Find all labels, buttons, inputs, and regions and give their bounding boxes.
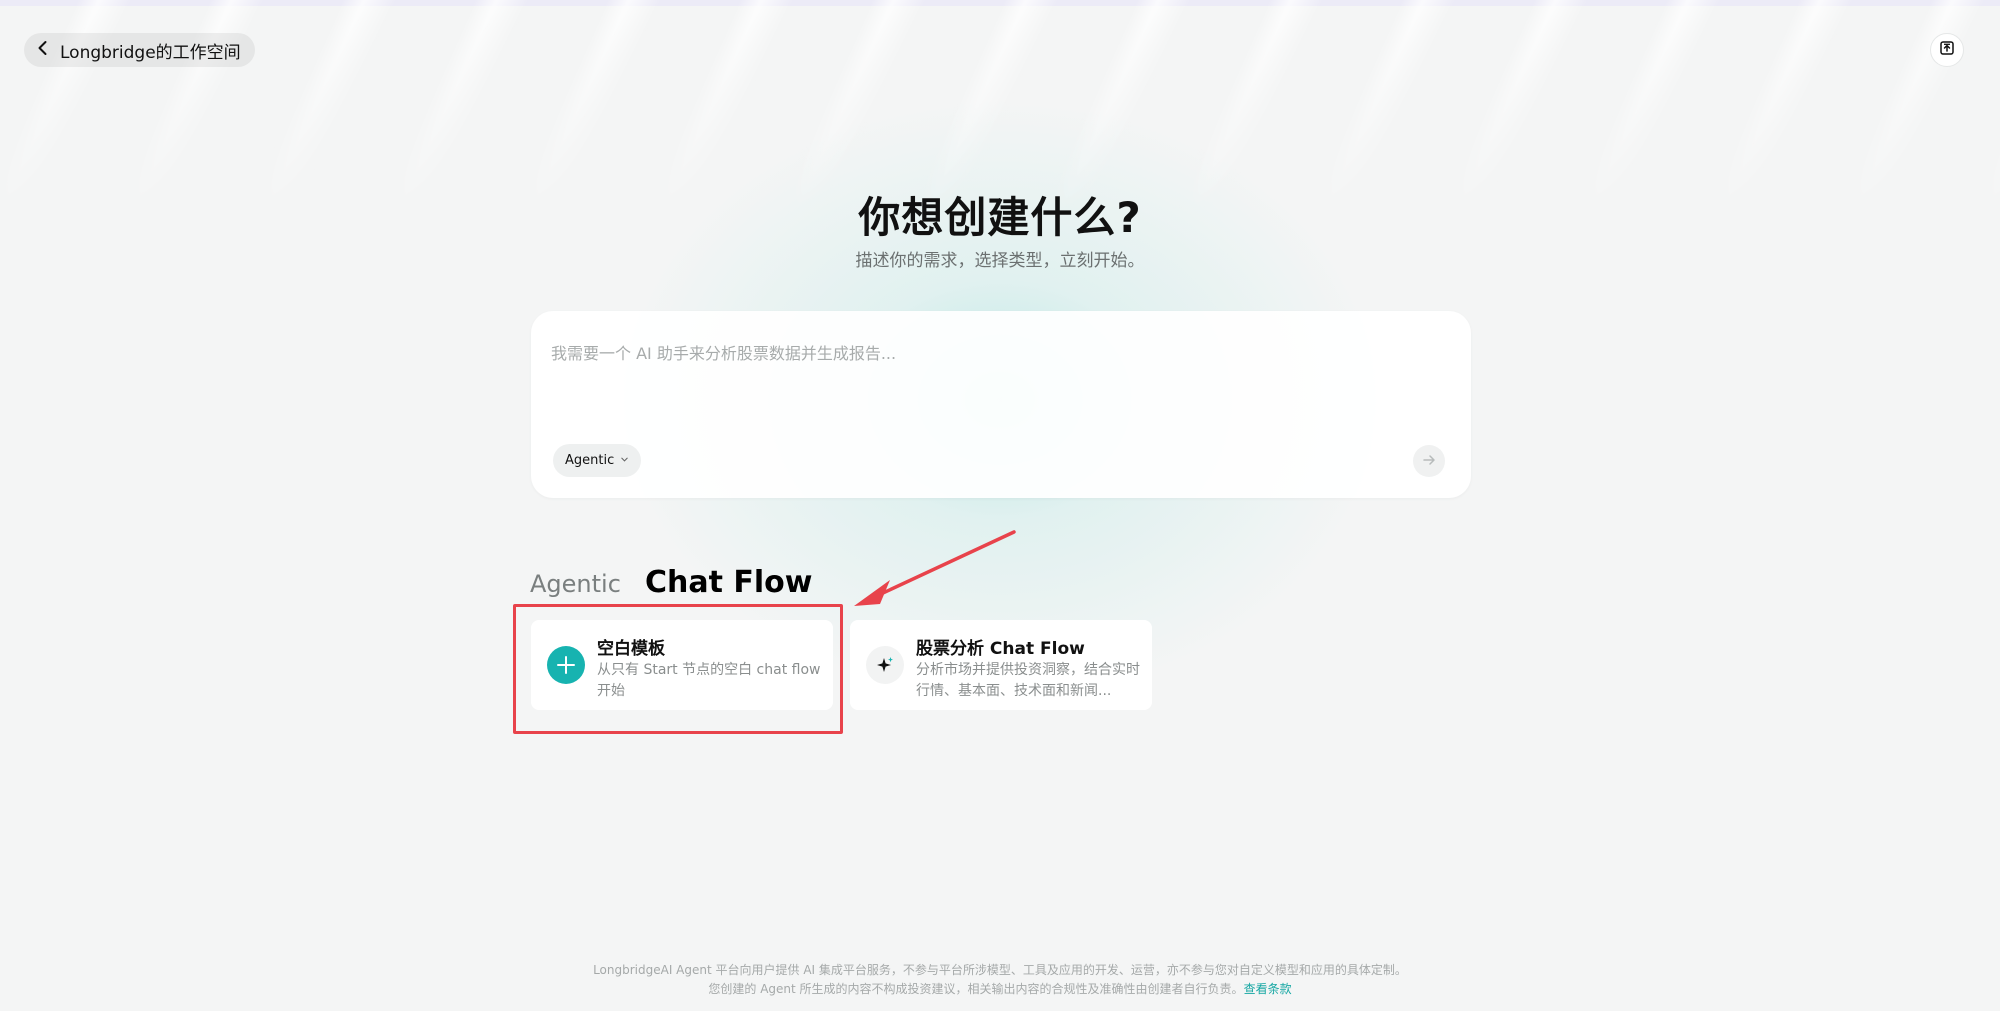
annotation-highlight-box — [513, 604, 843, 734]
card-title: 股票分析 Chat Flow — [916, 639, 1085, 659]
terms-link[interactable]: 查看条款 — [1244, 982, 1292, 996]
prompt-box: Agentic — [531, 311, 1471, 498]
send-button[interactable] — [1413, 445, 1445, 477]
annotation-arrow — [854, 530, 1016, 606]
export-button[interactable] — [1930, 33, 1964, 67]
footer-disclaimer: LongbridgeAI Agent 平台向用户提供 AI 集成平台服务，不参与… — [0, 961, 2000, 999]
tab-agentic[interactable]: Agentic — [530, 570, 621, 598]
footer-line-1: LongbridgeAI Agent 平台向用户提供 AI 集成平台服务，不参与… — [593, 963, 1407, 977]
page-subtitle: 描述你的需求，选择类型，立刻开始。 — [855, 251, 1145, 271]
footer-line-2: 您创建的 Agent 所生成的内容不构成投资建议，相关输出内容的合规性及准确性由… — [0, 980, 2000, 999]
mode-select[interactable]: Agentic — [553, 444, 642, 477]
export-icon — [1939, 40, 1955, 60]
back-to-workspace-button[interactable]: Longbridge的工作空间 — [24, 33, 255, 67]
card-description: 分析市场并提供投资洞察，结合实时行情、基本面、技术面和新闻... — [916, 662, 1140, 699]
mode-select-label: Agentic — [565, 453, 615, 468]
page-title: 你想创建什么? — [858, 193, 1142, 242]
page: Longbridge的工作空间 你想创建什么? 描述你的需求，选择类型，立刻开始… — [0, 0, 2000, 1011]
prompt-input[interactable] — [551, 333, 1431, 373]
sparkle-icon — [866, 646, 904, 684]
arrow-right-icon — [1422, 452, 1436, 471]
footer-line-2-text: 您创建的 Agent 所生成的内容不构成投资建议，相关输出内容的合规性及准确性由… — [708, 982, 1244, 996]
back-button-label: Longbridge的工作空间 — [60, 42, 241, 63]
chevron-left-icon — [34, 39, 52, 62]
tab-chat-flow[interactable]: Chat Flow — [645, 565, 813, 600]
chevron-down-icon — [620, 453, 629, 468]
template-card-stock-analysis[interactable]: 股票分析 Chat Flow 分析市场并提供投资洞察，结合实时行情、基本面、技术… — [850, 620, 1152, 710]
